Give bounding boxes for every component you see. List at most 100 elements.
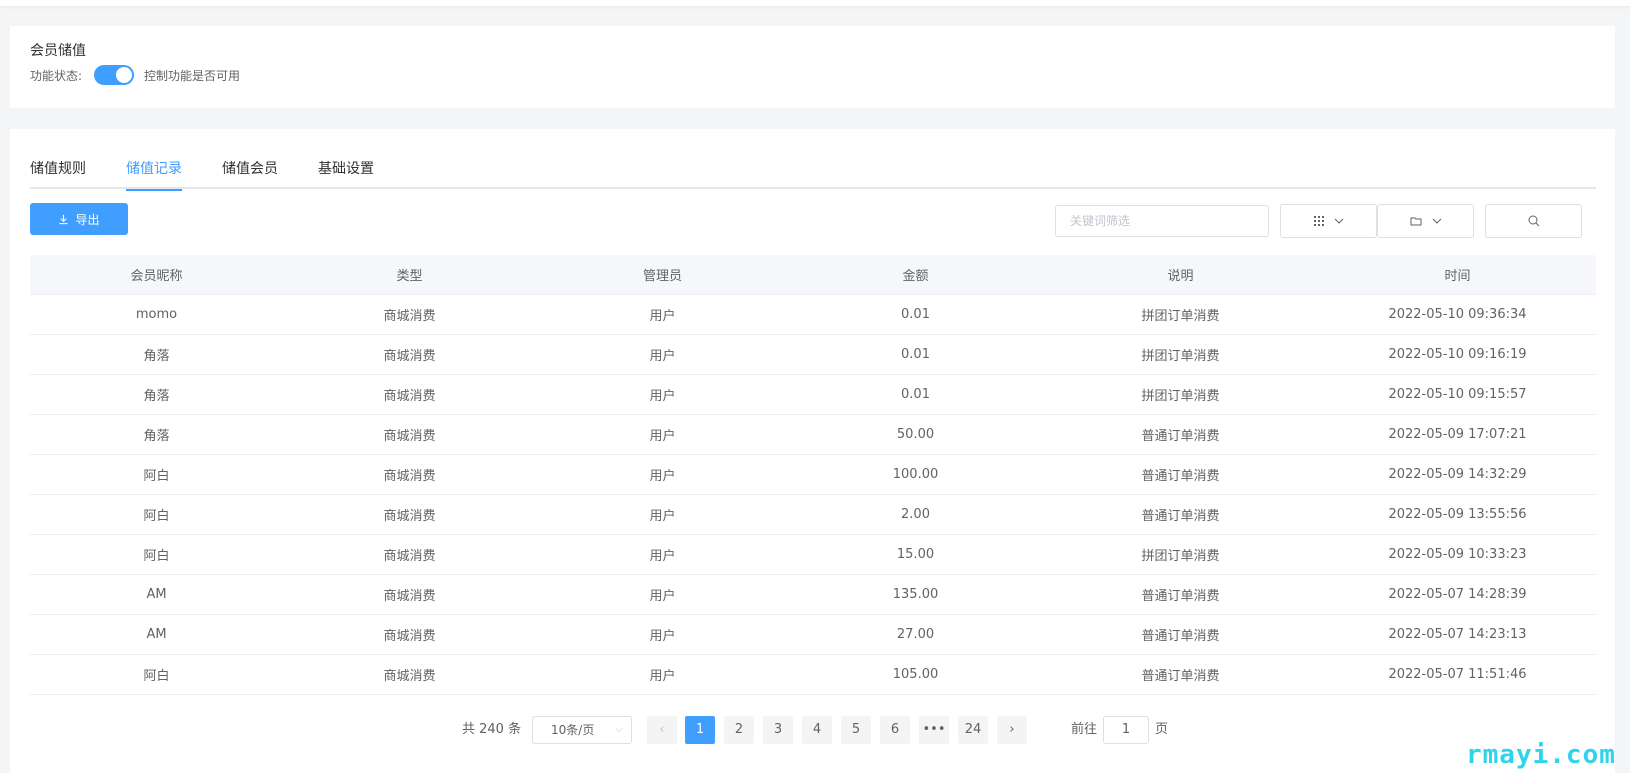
- table-row: 阿白 商城消费 用户 100.00 普通订单消费 2022-05-09 14:32:29: [30, 455, 1596, 495]
- table-cell: 角落: [143, 429, 170, 444]
- table-cell: 2022-05-09 17:07:21: [1388, 427, 1527, 442]
- table-cell: 0.01: [901, 307, 930, 322]
- table-row: momo 商城消费 用户 0.01 拼团订单消费 2022-05-10 09:36:34: [30, 295, 1596, 335]
- table-cell: 商城消费: [383, 349, 436, 364]
- table-cell: 用户: [649, 429, 676, 444]
- page-button[interactable]: 24: [958, 716, 988, 744]
- tab-records[interactable]: 储值记录: [126, 149, 182, 191]
- table-cell: 2.00: [901, 507, 930, 522]
- next-page-button[interactable]: ›: [997, 716, 1027, 744]
- table-cell: AM: [146, 627, 167, 642]
- tab-members[interactable]: 储值会员: [222, 149, 278, 189]
- search-icon: [1528, 215, 1539, 227]
- table-cell: 普通订单消费: [1141, 509, 1220, 524]
- table-cell: 角落: [143, 349, 170, 364]
- table-cell: 用户: [649, 589, 676, 604]
- page-button[interactable]: 4: [802, 716, 832, 744]
- table-cell: 普通订单消费: [1141, 589, 1220, 604]
- table-cell: 2022-05-10 09:16:19: [1388, 347, 1527, 362]
- grid-icon: [1313, 216, 1324, 226]
- pagination: 共 240 条 10条/页 ⌵ ‹ 1 2 3 4 5 6 ••• 24 › 前…: [10, 716, 1615, 744]
- search-button[interactable]: [1485, 204, 1582, 238]
- status-toggle[interactable]: [94, 65, 135, 85]
- table-cell: 0.01: [901, 347, 930, 362]
- table-cell: 2022-05-10 09:15:57: [1388, 387, 1527, 402]
- table-cell: 阿白: [143, 509, 170, 524]
- feature-title: 会员储值: [30, 43, 86, 59]
- table-row: 角落 商城消费 用户 50.00 普通订单消费 2022-05-09 17:07:21: [30, 415, 1596, 455]
- keyword-filter-input[interactable]: 关键词筛选: [1055, 205, 1269, 237]
- table-cell: 阿白: [143, 669, 170, 684]
- table-cell: 普通订单消费: [1141, 469, 1220, 484]
- status-hint: 控制功能是否可用: [144, 68, 241, 83]
- table-cell: 拼团订单消费: [1141, 389, 1220, 404]
- table-cell: 阿白: [143, 549, 170, 564]
- chevron-down-icon: [1432, 218, 1441, 224]
- toggle-knob: [116, 67, 133, 83]
- download-icon: [59, 214, 69, 224]
- chevron-down-icon: [1334, 218, 1343, 224]
- table-cell: 用户: [649, 549, 676, 564]
- table-body: momo 商城消费 用户 0.01 拼团订单消费 2022-05-10 09:36:34 角…: [30, 295, 1596, 695]
- table-cell: 2022-05-07 14:28:39: [1388, 587, 1527, 602]
- table-cell: 用户: [649, 629, 676, 644]
- prev-page-button[interactable]: ‹: [647, 716, 677, 744]
- table-cell: 2022-05-07 14:23:13: [1388, 627, 1527, 642]
- column-header: 类型: [396, 269, 423, 284]
- column-header: 时间: [1444, 269, 1471, 284]
- table-cell: AM: [146, 587, 167, 602]
- page-button[interactable]: 5: [841, 716, 871, 744]
- page-button[interactable]: 1: [685, 716, 715, 744]
- folder-menu-button[interactable]: [1377, 204, 1474, 238]
- table-cell: 用户: [649, 669, 676, 684]
- goto-label: 前往: [1071, 722, 1098, 737]
- table-cell: 商城消费: [383, 509, 436, 524]
- page-button[interactable]: 3: [763, 716, 793, 744]
- top-bar: [0, 0, 1630, 6]
- page-button[interactable]: 6: [880, 716, 910, 744]
- table-cell: 拼团订单消费: [1141, 309, 1220, 324]
- table-header: 会员昵称 类型 管理员 金额 说明 时间: [30, 255, 1596, 295]
- feature-status-row: 功能状态: 控制功能是否可用: [30, 65, 240, 85]
- table-row: 阿白 商城消费 用户 2.00 普通订单消费 2022-05-09 13:55:56: [30, 495, 1596, 535]
- table-cell: 2022-05-07 11:51:46: [1388, 667, 1527, 682]
- page-size-value: 10条/页: [551, 723, 595, 737]
- export-label: 导出: [75, 212, 100, 227]
- table-row: 角落 商城消费 用户 0.01 拼团订单消费 2022-05-10 09:15:57: [30, 375, 1596, 415]
- column-toggle-button[interactable]: [1280, 204, 1377, 238]
- table-row: 角落 商城消费 用户 0.01 拼团订单消费 2022-05-10 09:16:19: [30, 335, 1596, 375]
- table-cell: 普通订单消费: [1141, 629, 1220, 644]
- table-cell: 100.00: [892, 467, 939, 482]
- table-cell: 2022-05-09 10:33:23: [1388, 547, 1527, 562]
- table-cell: 商城消费: [383, 589, 436, 604]
- feature-card: 会员储值 功能状态: 控制功能是否可用: [10, 26, 1615, 108]
- page-button[interactable]: 2: [724, 716, 754, 744]
- table-cell: 50.00: [896, 427, 935, 442]
- watermark-logo: rmayi.com: [1466, 740, 1616, 770]
- table-row: 阿白 商城消费 用户 15.00 拼团订单消费 2022-05-09 10:33:23: [30, 535, 1596, 575]
- table-cell: 阿白: [143, 469, 170, 484]
- table-cell: 商城消费: [383, 549, 436, 564]
- page-suffix: 页: [1155, 722, 1169, 737]
- tab-settings[interactable]: 基础设置: [318, 149, 374, 189]
- status-label: 功能状态:: [30, 68, 83, 83]
- folder-icon: [1410, 217, 1421, 226]
- column-header: 会员昵称: [130, 269, 183, 284]
- export-button[interactable]: 导出: [30, 203, 128, 235]
- table-cell: 商城消费: [383, 669, 436, 684]
- table-row: AM 商城消费 用户 27.00 普通订单消费 2022-05-07 14:23:13: [30, 615, 1596, 655]
- table-cell: 用户: [649, 389, 676, 404]
- more-pages-button[interactable]: •••: [919, 716, 949, 744]
- tab-rules[interactable]: 储值规则: [30, 149, 86, 189]
- table-cell: 15.00: [896, 547, 935, 562]
- table-cell: 2022-05-09 13:55:56: [1388, 507, 1527, 522]
- goto-page-input[interactable]: 1: [1103, 716, 1149, 744]
- records-card: 储值规则 储值记录 储值会员 基础设置 导出 关键词筛选 会员昵称 类型 管理员…: [10, 129, 1615, 773]
- table-cell: 2022-05-10 09:36:34: [1388, 307, 1527, 322]
- table-row: AM 商城消费 用户 135.00 普通订单消费 2022-05-07 14:28:39: [30, 575, 1596, 615]
- page-size-select[interactable]: 10条/页 ⌵: [532, 716, 632, 744]
- table-cell: 商城消费: [383, 429, 436, 444]
- table-cell: 普通订单消费: [1141, 669, 1220, 684]
- chevron-down-icon: ⌵: [615, 724, 623, 735]
- table-cell: 用户: [649, 309, 676, 324]
